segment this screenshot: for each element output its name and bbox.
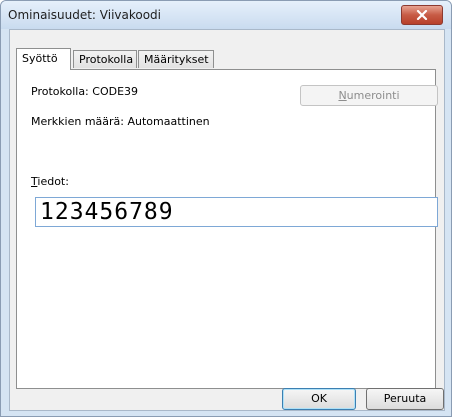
- cancel-button[interactable]: Peruuta: [366, 388, 444, 410]
- data-field-label: Tiedot:: [31, 175, 69, 188]
- ok-button[interactable]: OK: [282, 388, 356, 410]
- dialog-client-area: Syöttö Protokolla Määritykset Protokolla…: [9, 29, 445, 411]
- title-bar: Ominaisuudet: Viivakoodi: [1, 1, 451, 29]
- barcode-data-input[interactable]: 123456789: [35, 197, 438, 227]
- numbering-label-rest: umerointi: [346, 89, 400, 102]
- close-button[interactable]: [401, 5, 443, 25]
- close-icon: [416, 10, 428, 20]
- data-label-rest: iedot:: [37, 175, 69, 188]
- numbering-mnemonic: N: [338, 89, 347, 102]
- properties-dialog: Ominaisuudet: Viivakoodi Syöttö Protokol…: [0, 0, 452, 417]
- protocol-label: Protokolla: CODE39: [31, 85, 139, 98]
- tab-maaritykset[interactable]: Määritykset: [138, 50, 214, 68]
- tab-protokolla[interactable]: Protokolla: [73, 50, 137, 68]
- numbering-button[interactable]: Numerointi: [300, 85, 438, 106]
- input-tab-panel: Protokolla: CODE39 Numerointi Merkkien m…: [16, 69, 438, 389]
- window-title: Ominaisuudet: Viivakoodi: [8, 8, 162, 22]
- char-count-label: Merkkien määrä: Automaattinen: [31, 115, 210, 128]
- tab-syotto[interactable]: Syöttö: [16, 48, 71, 70]
